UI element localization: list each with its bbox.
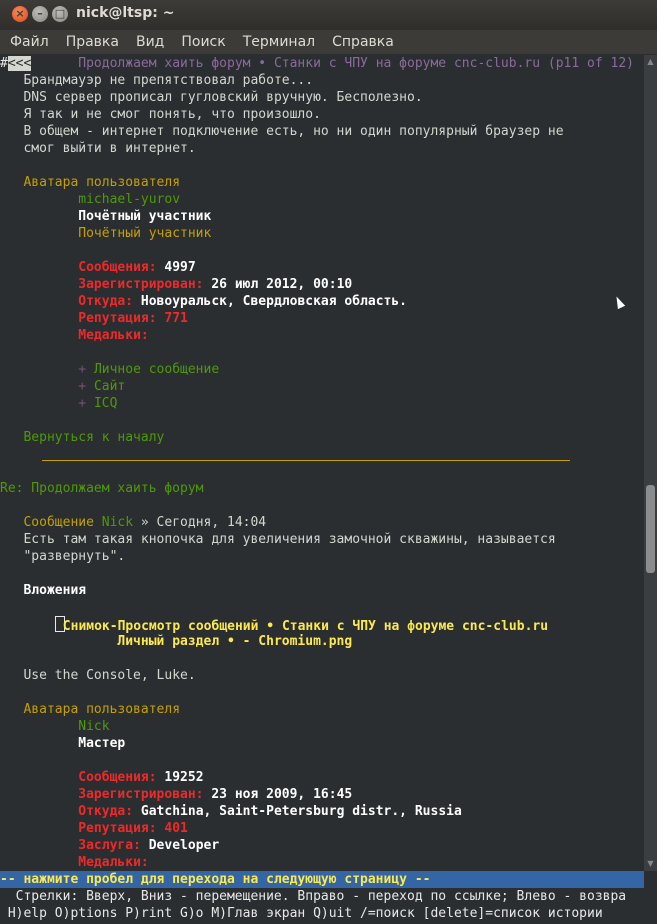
messages-row: Сообщения: 19252 <box>78 770 204 785</box>
medals-row: Медальки: <box>78 328 149 343</box>
attachment-link-cont[interactable]: Личный раздел • - Chromium.png <box>0 633 352 650</box>
registered-row: Зарегистрирован: 23 ноя 2009, 16:45 <box>78 787 353 802</box>
text-line: Я так и не смог понять, что произошло. <box>23 107 321 122</box>
registered-row: Зарегистрирован: 26 июл 2012, 00:10 <box>78 277 353 292</box>
pm-link[interactable]: + Личное сообщение <box>0 361 219 378</box>
terminal-window: × – □ nick@ltsp: ~ Файл Правка Вид Поиск… <box>0 0 657 924</box>
scroll-up-icon[interactable]: ▲ <box>644 55 657 69</box>
post-title-link[interactable]: Re: Продолжаем хаить форум <box>0 480 204 497</box>
post-body-line: "развернуть". <box>23 549 126 564</box>
user-rank: Мастер <box>78 736 126 751</box>
scrollbar[interactable]: ▲ ▼ <box>644 55 657 871</box>
author-link[interactable]: Nick <box>102 515 133 530</box>
medals-row: Медальки: <box>78 855 149 870</box>
avatar-label: Аватара пользователя <box>23 175 181 190</box>
avatar-label: Аватара пользователя <box>23 702 181 717</box>
help-line-2: H)elp O)ptions P)rint G)o M)Глав экран Q… <box>0 906 603 921</box>
text-line: В общем - интернет подключение есть, но … <box>23 124 564 139</box>
page-header-line: #<<< Продолжаем хаить форум • Станки с Ч… <box>0 56 634 71</box>
attachment-link[interactable]: Снимок-Просмотр сообщений • Станки с ЧПУ… <box>0 616 548 634</box>
menu-file[interactable]: Файл <box>0 34 56 50</box>
user-rank: Почётный участник <box>78 209 212 224</box>
page-title: Продолжаем хаить форум • Станки с ЧПУ на… <box>78 56 634 71</box>
username-link[interactable]: michael-yurov <box>0 191 180 208</box>
window-title: nick@ltsp: ~ <box>76 5 175 21</box>
menu-help[interactable]: Справка <box>322 34 401 50</box>
attachments-heading: Вложения <box>23 583 87 598</box>
close-icon[interactable]: × <box>12 6 28 22</box>
terminal-area[interactable]: #<<< Продолжаем хаить форум • Станки с Ч… <box>0 55 644 871</box>
text-line: смог выйти в интернет. <box>23 141 196 156</box>
minimize-icon[interactable]: – <box>32 6 48 22</box>
divider <box>42 460 570 461</box>
menu-view[interactable]: Вид <box>126 34 171 50</box>
quote-text: Use the Console, Luke. <box>23 668 196 683</box>
scroll-down-icon[interactable]: ▼ <box>644 857 657 871</box>
menu-search[interactable]: Поиск <box>171 34 232 50</box>
username-link[interactable]: Nick <box>0 718 109 735</box>
help-line-1: Стрелки: Вверх, Вниз - перемещение. Впра… <box>0 889 627 904</box>
text-line: Брандмауэр не препятствовал работе... <box>23 73 314 88</box>
back-to-top-link[interactable]: Вернуться к началу <box>0 429 164 446</box>
maximize-icon[interactable]: □ <box>52 6 68 22</box>
merit-row: Заслуга: Developer <box>78 838 220 853</box>
back-link[interactable]: <<< <box>7 56 32 71</box>
from-row: Откуда: Gatchina, Saint-Petersburg distr… <box>78 804 462 819</box>
menu-terminal[interactable]: Терминал <box>233 34 322 50</box>
from-row: Откуда: Новоуральск, Свердловская област… <box>78 294 408 309</box>
text-line: DNS сервер прописал гугловский вручную. … <box>23 90 423 105</box>
menu-bar: Файл Правка Вид Поиск Терминал Справка <box>0 30 657 54</box>
scroll-thumb[interactable] <box>646 485 655 573</box>
icq-link[interactable]: + ICQ <box>0 395 117 412</box>
menu-edit[interactable]: Правка <box>56 34 126 50</box>
reputation-row: Репутация: 401 <box>78 821 188 836</box>
user-rank-link[interactable]: Почётный участник <box>0 225 211 242</box>
post-body-line: Есть там такая кнопочка для увеличения з… <box>23 532 556 547</box>
title-bar: × – □ nick@ltsp: ~ <box>0 0 657 30</box>
reputation-row: Репутация: 771 <box>78 311 188 326</box>
site-link[interactable]: + Сайт <box>0 378 125 395</box>
messages-row: Сообщения: 4997 <box>78 260 196 275</box>
post-meta: Сообщение Nick » Сегодня, 14:04 <box>23 515 267 530</box>
status-line: -- нажмите пробел для перехода на следую… <box>0 871 644 888</box>
